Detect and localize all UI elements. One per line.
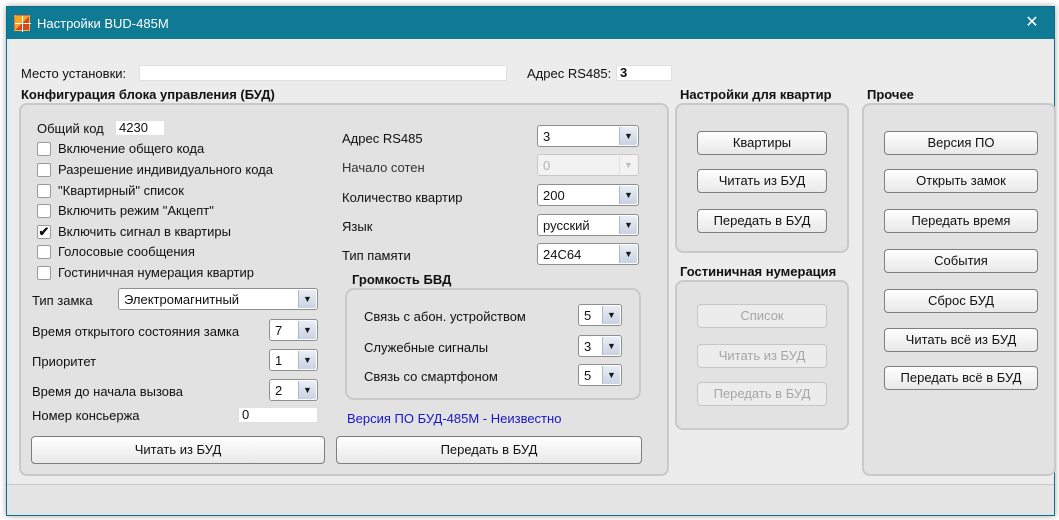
- lock-type-select[interactable]: Электромагнитный ▼: [118, 288, 318, 310]
- open-time-select[interactable]: 7 ▼: [269, 319, 318, 341]
- call-delay-value: 2: [275, 383, 283, 398]
- apartments-write-button[interactable]: Передать в БУД: [697, 209, 827, 233]
- volume-section-title: Громкость БВД: [352, 272, 452, 287]
- chevron-down-icon[interactable]: ▼: [619, 216, 637, 234]
- concierge-label: Номер консьержа: [32, 408, 140, 423]
- checkbox-label: Голосовые сообщения: [58, 244, 195, 259]
- apartments-count-label: Количество квартир: [342, 190, 463, 205]
- apartments-read-button[interactable]: Читать из БУД: [697, 169, 827, 193]
- chevron-down-icon[interactable]: ▼: [602, 306, 620, 324]
- config-read-button[interactable]: Читать из БУД: [31, 436, 325, 464]
- volume-service-label: Служебные сигналы: [364, 340, 489, 355]
- install-place-label: Место установки:: [21, 66, 127, 81]
- rs485-select-value: 3: [543, 129, 551, 144]
- memory-type-label: Тип памяти: [342, 248, 411, 263]
- install-place-input[interactable]: [139, 65, 507, 81]
- status-bar: [7, 484, 1054, 515]
- open-time-value: 7: [275, 323, 283, 338]
- checkbox-label: Включение общего кода: [58, 141, 205, 156]
- memory-type-value: 24C64: [543, 247, 582, 262]
- rs485-address-input[interactable]: 3: [616, 65, 672, 81]
- firmware-status-text: Версия ПО БУД-485M - Неизвестно: [347, 411, 562, 426]
- volume-smartphone-label: Связь со смартфоном: [364, 369, 498, 384]
- volume-subscriber-value: 5: [584, 308, 592, 323]
- chevron-down-icon[interactable]: ▼: [619, 186, 637, 204]
- priority-select[interactable]: 1 ▼: [269, 349, 318, 371]
- apartments-count-value: 200: [543, 188, 565, 203]
- volume-smartphone-value: 5: [584, 368, 592, 383]
- volume-service-value: 3: [584, 339, 592, 354]
- hundreds-value: 0: [543, 158, 551, 173]
- common-code-input[interactable]: 4230: [115, 120, 165, 136]
- read-all-button[interactable]: Читать всё из БУД: [884, 328, 1038, 352]
- reset-button[interactable]: Сброс БУД: [884, 289, 1038, 313]
- hotel-section-title: Гостиничная нумерация: [680, 264, 837, 279]
- checkbox-label: "Квартирный" список: [58, 183, 184, 198]
- send-time-button[interactable]: Передать время: [884, 209, 1038, 233]
- rs485-address-label: Адрес RS485:: [527, 66, 612, 81]
- chevron-down-icon[interactable]: ▼: [602, 366, 620, 384]
- call-delay-label: Время до начала вызова: [32, 384, 183, 399]
- hotel-read-button: Читать из БУД: [697, 344, 827, 368]
- write-all-button[interactable]: Передать всё в БУД: [884, 366, 1038, 390]
- chevron-down-icon[interactable]: ▼: [602, 337, 620, 355]
- priority-label: Приоритет: [32, 354, 97, 369]
- open-time-label: Время открытого состояния замка: [32, 324, 240, 339]
- lock-type-label: Тип замка: [32, 293, 93, 308]
- priority-value: 1: [275, 353, 283, 368]
- hundreds-select: 0 ▼: [537, 154, 639, 176]
- checkbox-box[interactable]: [37, 184, 51, 198]
- language-label: Язык: [342, 219, 373, 234]
- language-select[interactable]: русский ▼: [537, 214, 639, 236]
- checkbox-label: Включить сигнал в квартиры: [58, 224, 231, 239]
- checkbox-box[interactable]: [37, 163, 51, 177]
- checkbox-box[interactable]: [37, 245, 51, 259]
- checkbox-label: Включить режим "Акцепт": [58, 203, 214, 218]
- hotel-write-button: Передать в БУД: [697, 382, 827, 406]
- chevron-down-icon[interactable]: ▼: [298, 351, 316, 369]
- close-icon[interactable]: ✕: [1010, 7, 1054, 39]
- chevron-down-icon[interactable]: ▼: [298, 290, 316, 308]
- apartments-section-title: Настройки для квартир: [680, 87, 832, 102]
- memory-type-select[interactable]: 24C64 ▼: [537, 243, 639, 265]
- lock-type-value: Электромагнитный: [124, 292, 240, 307]
- apartments-button[interactable]: Квартиры: [697, 131, 827, 155]
- firmware-version-button[interactable]: Версия ПО: [884, 131, 1038, 155]
- chevron-down-icon[interactable]: ▼: [298, 381, 316, 399]
- title-bar: Настройки BUD-485M ✕: [7, 7, 1054, 39]
- rs485-select[interactable]: 3 ▼: [537, 125, 639, 147]
- language-value: русский: [543, 218, 590, 233]
- rs485-label: Адрес RS485: [342, 131, 423, 146]
- other-section-title: Прочее: [867, 87, 914, 102]
- checkbox-label: Разрешение индивидуального кода: [58, 162, 273, 177]
- app-icon: [14, 15, 31, 32]
- common-code-label: Общий код: [37, 121, 104, 136]
- apartments-count-select[interactable]: 200 ▼: [537, 184, 639, 206]
- chevron-down-icon[interactable]: ▼: [619, 245, 637, 263]
- config-write-button[interactable]: Передать в БУД: [336, 436, 642, 464]
- volume-smartphone-select[interactable]: 5 ▼: [578, 364, 622, 386]
- check-icon[interactable]: ✔: [37, 225, 51, 239]
- chevron-down-icon[interactable]: ▼: [298, 321, 316, 339]
- window-title: Настройки BUD-485M: [37, 16, 169, 31]
- content-area: Место установки: Адрес RS485: 3 Конфигур…: [11, 39, 1056, 484]
- chevron-down-icon[interactable]: ▼: [619, 127, 637, 145]
- checkbox-box[interactable]: [37, 204, 51, 218]
- concierge-input[interactable]: 0: [238, 407, 318, 423]
- chevron-down-icon: ▼: [619, 156, 637, 174]
- volume-service-select[interactable]: 3 ▼: [578, 335, 622, 357]
- hotel-list-button: Список: [697, 304, 827, 328]
- checkbox-box[interactable]: [37, 142, 51, 156]
- settings-window: Настройки BUD-485M ✕ Место установки: Ад…: [6, 6, 1056, 516]
- checkbox-box[interactable]: [37, 266, 51, 280]
- volume-subscriber-select[interactable]: 5 ▼: [578, 304, 622, 326]
- config-section-title: Конфигурация блока управления (БУД): [21, 87, 275, 102]
- call-delay-select[interactable]: 2 ▼: [269, 379, 318, 401]
- open-lock-button[interactable]: Открыть замок: [884, 169, 1038, 193]
- hundreds-label: Начало сотен: [342, 160, 425, 175]
- events-button[interactable]: События: [884, 249, 1038, 273]
- volume-subscriber-label: Связь с абон. устройством: [364, 309, 526, 324]
- checkbox-label: Гостиничная нумерация квартир: [58, 265, 254, 280]
